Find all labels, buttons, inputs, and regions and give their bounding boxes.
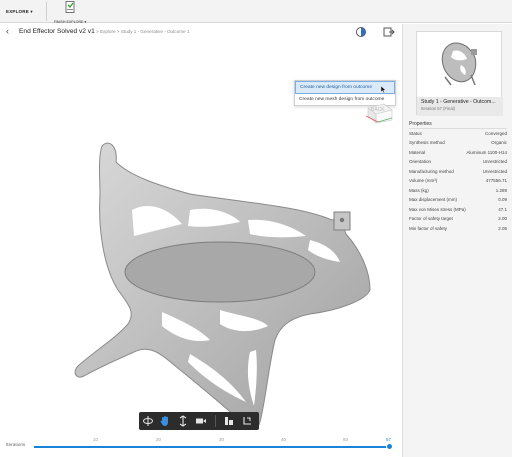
property-value: 477556.71 [485,178,507,183]
outcome-card-caption: Study 1 - Generative - Outcom... Iterati… [417,97,503,116]
properties-panel: Study 1 - Generative - Outcom... Iterati… [402,24,512,457]
iteration-tick: 30 [219,437,224,442]
property-key: Mass (kg) [409,188,429,193]
property-row: Synthesis method Organic [409,140,507,149]
breadcrumb[interactable]: > Explore > Study 1 - Generative - Outco… [96,29,189,34]
back-button[interactable]: ‹ [6,26,9,36]
explore-workspace-dropdown[interactable]: EXPLORE ▾ [6,9,33,15]
outcome-thumbnail [441,42,477,86]
viewcube-face-label: BACK [371,107,385,113]
property-value: Aluminum 1100-H14 [466,150,507,155]
pan-icon[interactable] [159,415,171,427]
iterations-label: Iterations [6,442,26,447]
property-row: Volume (mm³) 477556.71 [409,178,507,187]
document-title: End Effector Solved v2 v1 [19,28,95,35]
outcome-card[interactable]: Study 1 - Generative - Outcom... Iterati… [416,31,503,116]
toolbar-divider [46,2,47,21]
zoom-icon[interactable] [177,415,189,427]
property-row: Material Aluminum 1100-H14 [409,150,507,159]
property-row: Manufacturing method Unrestricted [409,169,507,178]
property-value: 47.1 [498,207,507,212]
camera-icon[interactable] [195,415,207,427]
properties-divider [409,128,507,129]
section-icon[interactable] [241,415,253,427]
property-key: Volume (mm³) [409,178,438,183]
iterations-slider-track[interactable] [34,446,390,448]
property-row: Factor of safety target 2.00 [409,216,507,225]
top-toolbar: EXPLORE ▾ FINISH EXPLORE ▾ [0,0,512,24]
iteration-current-tick: 57 [386,437,391,442]
property-key: Material [409,150,426,155]
property-value: 2.05 [498,226,507,231]
property-row: Max displacement (mm) 0.09 [409,197,507,206]
3d-viewport[interactable]: Create new design from outcome Create ne… [0,40,402,434]
property-value: 2.00 [498,216,507,221]
property-row: Status Converged [409,131,507,140]
title-bar: ‹ End Effector Solved v2 v1 > Explore > … [0,24,402,40]
compare-icon[interactable] [355,26,367,38]
property-key: Status [409,131,422,136]
orbit-icon[interactable] [142,415,154,427]
property-key: Min factor of safety [409,226,448,231]
create-design-from-outcome-item[interactable]: Create new design from outcome [295,81,395,94]
iteration-tick: 10 [93,437,98,442]
property-row: Min factor of safety 2.05 [409,226,507,235]
property-value: Organic [491,140,507,145]
property-key: Max displacement (mm) [409,197,458,202]
export-icon[interactable] [383,26,395,38]
properties-heading: Properties [409,121,432,127]
property-key: Synthesis method [409,140,445,145]
iterations-slider-thumb[interactable] [386,443,393,450]
iteration-tick: 20 [156,437,161,442]
property-value: Unrestricted [482,159,507,164]
property-row: Max von Mises stress (MPa) 47.1 [409,207,507,216]
finish-explore-button[interactable]: FINISH EXPLORE ▾ [50,1,90,24]
display-settings-icon[interactable] [223,415,235,427]
property-key: Manufacturing method [409,169,454,174]
property-row: Mass (kg) 1.289 [409,188,507,197]
property-row: Orientation Unrestricted [409,159,507,168]
iteration-tick: 50 [343,437,348,442]
iterations-bar: Iterations 10 20 30 40 50 57 [0,434,402,457]
property-value: Unrestricted [482,169,507,174]
property-value: 1.289 [495,188,507,193]
iteration-tick: 40 [281,437,286,442]
mouse-cursor-icon [381,86,386,93]
generative-design-model[interactable] [70,140,390,440]
outcome-card-title: Study 1 - Generative - Outcom... [421,99,496,105]
viewcube[interactable] [364,102,394,124]
navigation-bar [139,412,259,430]
navbar-divider [215,415,216,427]
property-value: 0.09 [498,197,507,202]
property-value: Converged [484,131,507,136]
property-key: Factor of safety target [409,216,453,221]
property-key: Orientation [409,159,432,164]
finish-explore-icon [65,1,74,13]
outcome-card-subtitle: Iteration 57 (Final) [421,106,455,111]
property-key: Max von Mises stress (MPa) [409,207,466,212]
